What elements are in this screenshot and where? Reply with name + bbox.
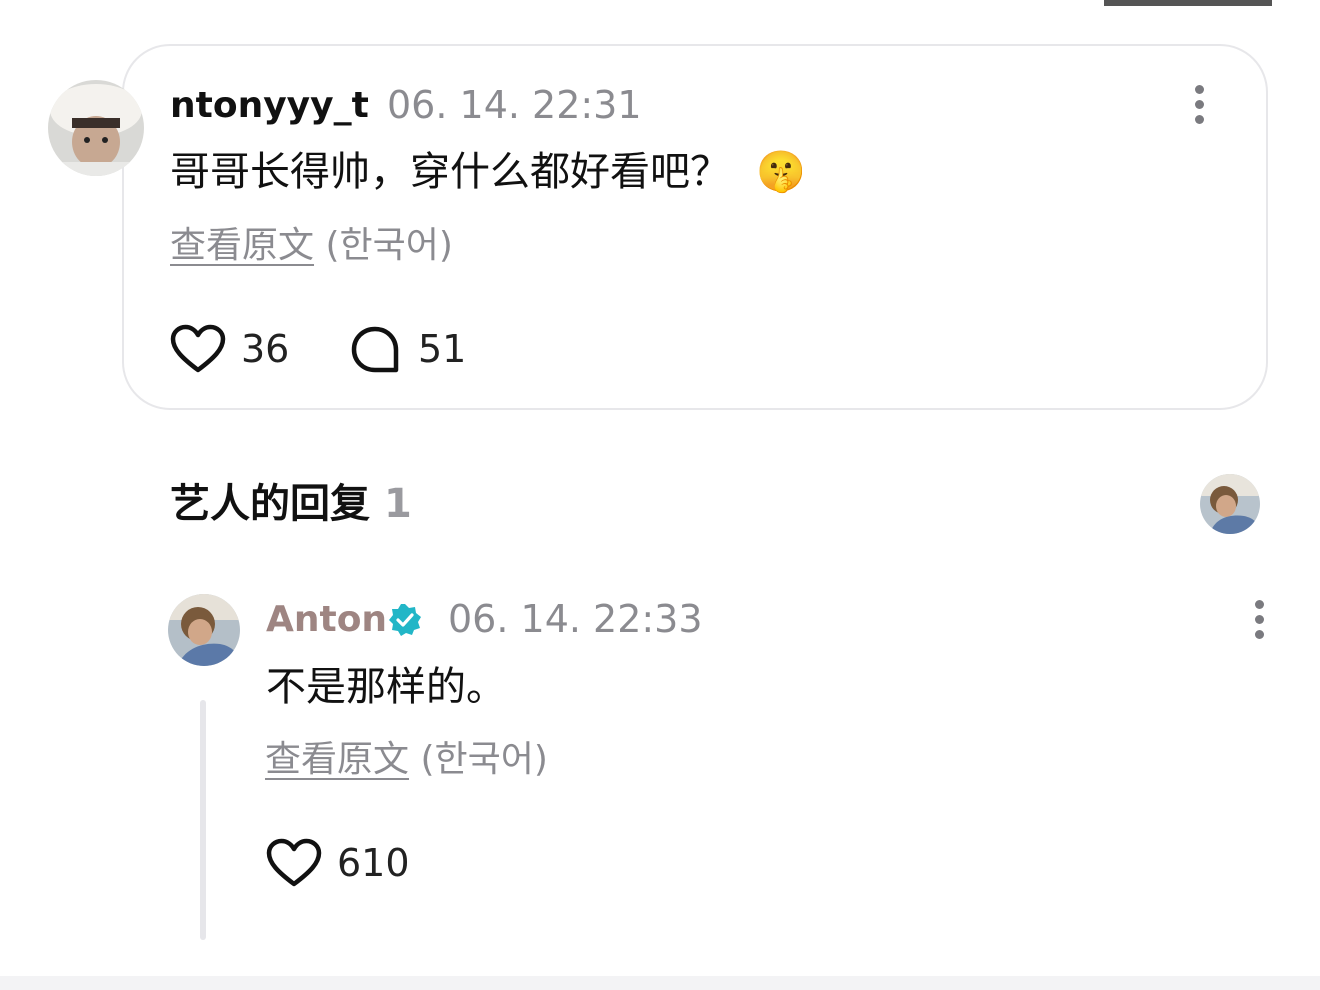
view-original-link[interactable]: 查看原文 [265,739,409,780]
artist-replies-heading: 艺人的回复 1 [170,481,412,527]
artist-reply-timestamp: 06. 14. 22:33 [448,597,703,641]
fan-reply-count: 51 [418,327,467,371]
artist-avatar-small[interactable] [1200,474,1260,534]
verified-badge-icon [388,603,422,637]
heart-outline-icon[interactable] [266,838,322,888]
artist-like-count: 610 [337,841,410,885]
fan-comment-timestamp: 06. 14. 22:31 [387,83,642,127]
artist-avatar[interactable] [168,594,240,666]
fan-comment-text: 哥哥长得帅，穿什么都好看吧？ 🤫 [170,149,806,195]
fan-like-count: 36 [241,327,290,371]
reply-thread-line [200,700,206,940]
artist-username[interactable]: Anton [266,602,387,638]
fan-comment-more-button[interactable] [1188,82,1212,128]
top-divider [1104,0,1272,6]
fan-username[interactable]: ntonyyy_t [170,88,369,124]
artist-translate-row: 查看原文 (한국어) [265,739,548,780]
bottom-divider [0,976,1320,990]
speech-bubble-icon[interactable] [350,326,400,374]
view-original-link[interactable]: 查看原文 [170,225,314,266]
more-vertical-icon [1255,600,1264,609]
shushing-emoji: 🤫 [756,149,806,195]
artist-reply-more-button[interactable] [1248,597,1272,643]
fan-translate-row: 查看原文 (한국어) [170,225,453,266]
artist-reply-text: 不是那样的。 [266,664,506,710]
artist-replies-count: 1 [384,481,412,527]
fan-avatar[interactable] [48,80,144,176]
heart-outline-icon[interactable] [170,324,226,374]
more-vertical-icon [1195,85,1204,94]
